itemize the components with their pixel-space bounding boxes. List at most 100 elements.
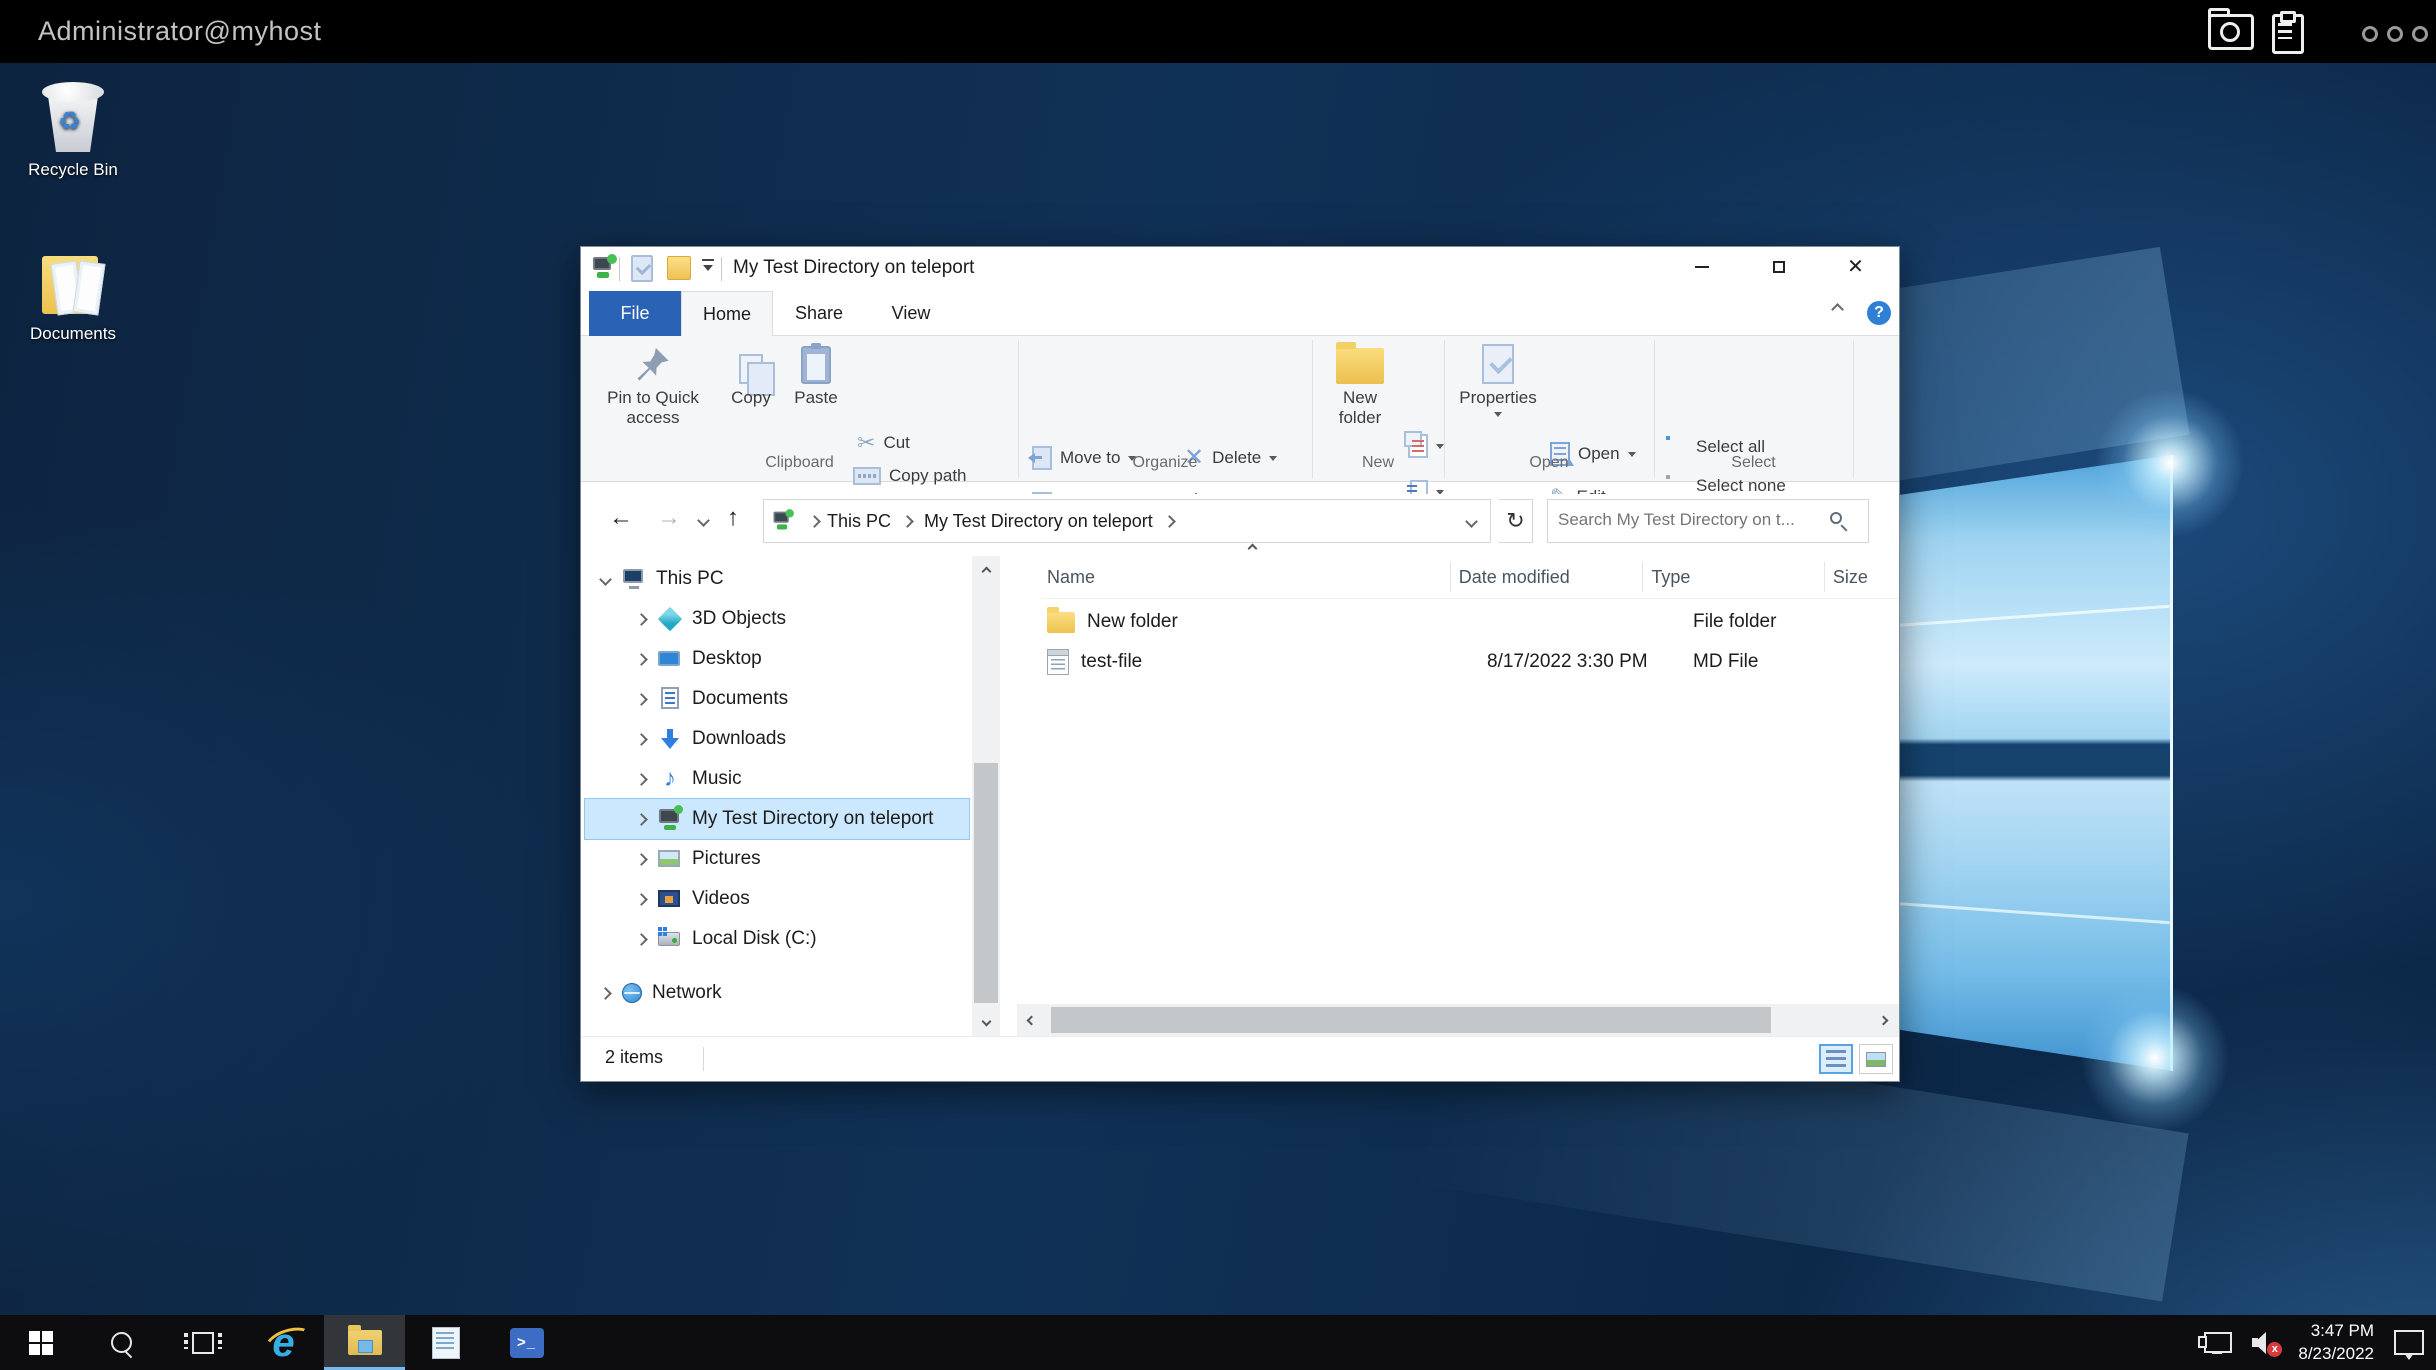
system-tray: x 3:47 PM 8/23/2022: [2204, 1315, 2424, 1370]
taskbar-search-button[interactable]: [81, 1315, 162, 1370]
chevron-right-icon[interactable]: [635, 933, 648, 946]
properties-button[interactable]: Properties: [1452, 340, 1544, 417]
task-view-button[interactable]: [162, 1315, 243, 1370]
chevron-right-icon[interactable]: [599, 987, 612, 1000]
recent-locations-dropdown[interactable]: [697, 514, 710, 527]
desktop-icon-documents[interactable]: Documents: [8, 252, 138, 344]
tree-item-this-pc[interactable]: This PC: [585, 559, 969, 599]
directory-sharing-icon[interactable]: [2208, 14, 2254, 50]
paste-button[interactable]: Paste: [785, 340, 847, 408]
network-status-icon[interactable]: [2204, 1332, 2232, 1353]
chevron-right-icon[interactable]: [635, 773, 648, 786]
column-header-type[interactable]: Type: [1642, 562, 1823, 592]
tab-share[interactable]: Share: [773, 291, 865, 336]
desktop-icon-recycle-bin[interactable]: ♻ Recycle Bin: [8, 80, 138, 180]
glow-spark: [2095, 388, 2245, 538]
clipboard-sharing-icon[interactable]: [2272, 14, 2304, 54]
help-button[interactable]: ?: [1867, 301, 1891, 325]
tree-item-videos[interactable]: Videos: [585, 879, 969, 919]
tree-item-documents[interactable]: Documents: [585, 679, 969, 719]
scroll-right-button[interactable]: [1869, 1004, 1897, 1036]
breadcrumb-chevron-icon[interactable]: [901, 515, 914, 528]
scrollbar-thumb[interactable]: [974, 763, 998, 1003]
new-folder-button[interactable]: New folder: [1320, 340, 1400, 427]
address-dropdown-icon[interactable]: [1465, 515, 1478, 528]
column-header-name[interactable]: Name: [1041, 567, 1450, 588]
refresh-button[interactable]: ↻: [1499, 499, 1533, 543]
internet-explorer-button[interactable]: e: [243, 1315, 324, 1370]
tree-item-3d-objects[interactable]: 3D Objects: [585, 599, 969, 639]
tree-item-pictures[interactable]: Pictures: [585, 839, 969, 879]
volume-muted-icon[interactable]: x: [2252, 1332, 2278, 1354]
tree-item-music[interactable]: ♪ Music: [585, 759, 969, 799]
tree-item-label: Music: [692, 768, 742, 790]
file-row-new-folder[interactable]: New folder File folder: [1041, 602, 1899, 642]
minimize-button[interactable]: [1663, 247, 1740, 287]
pin-to-quick-access-button[interactable]: Pin to Quick access: [589, 340, 717, 427]
column-headers: Name Date modified Type Size: [1041, 556, 1899, 599]
qat-new-folder-icon[interactable]: [667, 256, 691, 280]
clock-date: 8/23/2022: [2298, 1343, 2374, 1366]
breadcrumb-chevron-icon[interactable]: [808, 515, 821, 528]
search-box[interactable]: [1547, 499, 1869, 543]
tab-home[interactable]: Home: [681, 291, 773, 337]
file-row-test-file[interactable]: test-file 8/17/2022 3:30 PM MD File: [1041, 642, 1899, 682]
search-icon[interactable]: [1830, 512, 1842, 524]
action-center-icon[interactable]: [2394, 1330, 2424, 1355]
maximize-button[interactable]: [1740, 247, 1817, 287]
scroll-up-button[interactable]: [972, 556, 1000, 586]
breadcrumb-this-pc[interactable]: This PC: [827, 511, 891, 532]
scrollbar-thumb[interactable]: [1051, 1007, 1771, 1033]
horizontal-scrollbar[interactable]: [1017, 1004, 1899, 1036]
tab-view[interactable]: View: [865, 291, 957, 336]
chevron-right-icon[interactable]: [635, 733, 648, 746]
tree-scrollbar[interactable]: [972, 556, 1000, 1036]
notepad-button[interactable]: [405, 1315, 486, 1370]
column-header-date-modified[interactable]: Date modified: [1450, 562, 1643, 592]
explorer-window: My Test Directory on teleport ✕ File Hom…: [580, 246, 1900, 1082]
chevron-right-icon[interactable]: [635, 613, 648, 626]
thumbnail-view-button[interactable]: [1859, 1044, 1893, 1074]
powershell-button[interactable]: >_: [486, 1315, 567, 1370]
forward-button[interactable]: →: [657, 506, 681, 530]
taskbar-clock[interactable]: 3:47 PM 8/23/2022: [2298, 1320, 2374, 1366]
search-input[interactable]: [1556, 502, 1826, 538]
tree-item-my-test-directory[interactable]: My Test Directory on teleport: [585, 799, 969, 839]
title-bar[interactable]: My Test Directory on teleport ✕: [581, 247, 1899, 291]
start-button[interactable]: [0, 1315, 81, 1370]
more-menu-icon[interactable]: [2362, 26, 2428, 42]
screen: ♻ Recycle Bin Documents Administrator@my…: [0, 0, 2436, 1370]
tree-item-desktop[interactable]: Desktop: [585, 639, 969, 679]
scroll-left-button[interactable]: [1017, 1004, 1045, 1036]
scroll-down-button[interactable]: [972, 1006, 1000, 1036]
close-button[interactable]: ✕: [1817, 247, 1894, 287]
column-header-size[interactable]: Size: [1824, 562, 1899, 592]
tree-item-downloads[interactable]: Downloads: [585, 719, 969, 759]
chevron-right-icon[interactable]: [635, 893, 648, 906]
chevron-right-icon[interactable]: [635, 853, 648, 866]
tree-item-label: Pictures: [692, 848, 761, 870]
pictures-icon: [658, 850, 680, 867]
divider: [619, 257, 620, 281]
chevron-right-icon[interactable]: [635, 813, 648, 826]
tree-item-local-disk-c[interactable]: Local Disk (C:): [585, 919, 969, 959]
chevron-down-icon[interactable]: [599, 573, 612, 586]
tab-file[interactable]: File: [589, 291, 681, 336]
file-explorer-button[interactable]: [324, 1315, 405, 1370]
tree-item-label: Downloads: [692, 728, 786, 750]
copy-button[interactable]: Copy: [721, 340, 781, 408]
details-view-button[interactable]: [1819, 1044, 1853, 1074]
tree-item-network[interactable]: Network: [585, 973, 969, 1013]
search-icon: [111, 1332, 132, 1353]
qat-properties-icon[interactable]: [631, 255, 653, 282]
up-button[interactable]: ↑: [727, 506, 739, 530]
chevron-right-icon[interactable]: [635, 653, 648, 666]
back-button[interactable]: ←: [609, 506, 633, 530]
breadcrumb-chevron-icon[interactable]: [1163, 515, 1176, 528]
address-bar[interactable]: This PC My Test Directory on teleport: [763, 499, 1491, 543]
chevron-right-icon[interactable]: [635, 693, 648, 706]
cut-button[interactable]: ✂ Cut: [857, 432, 910, 454]
taskbar: e >_ x 3:47 PM 8/23/2022: [0, 1315, 2436, 1370]
session-user-label: Administrator@myhost: [38, 16, 321, 47]
breadcrumb-current-folder[interactable]: My Test Directory on teleport: [924, 511, 1153, 532]
